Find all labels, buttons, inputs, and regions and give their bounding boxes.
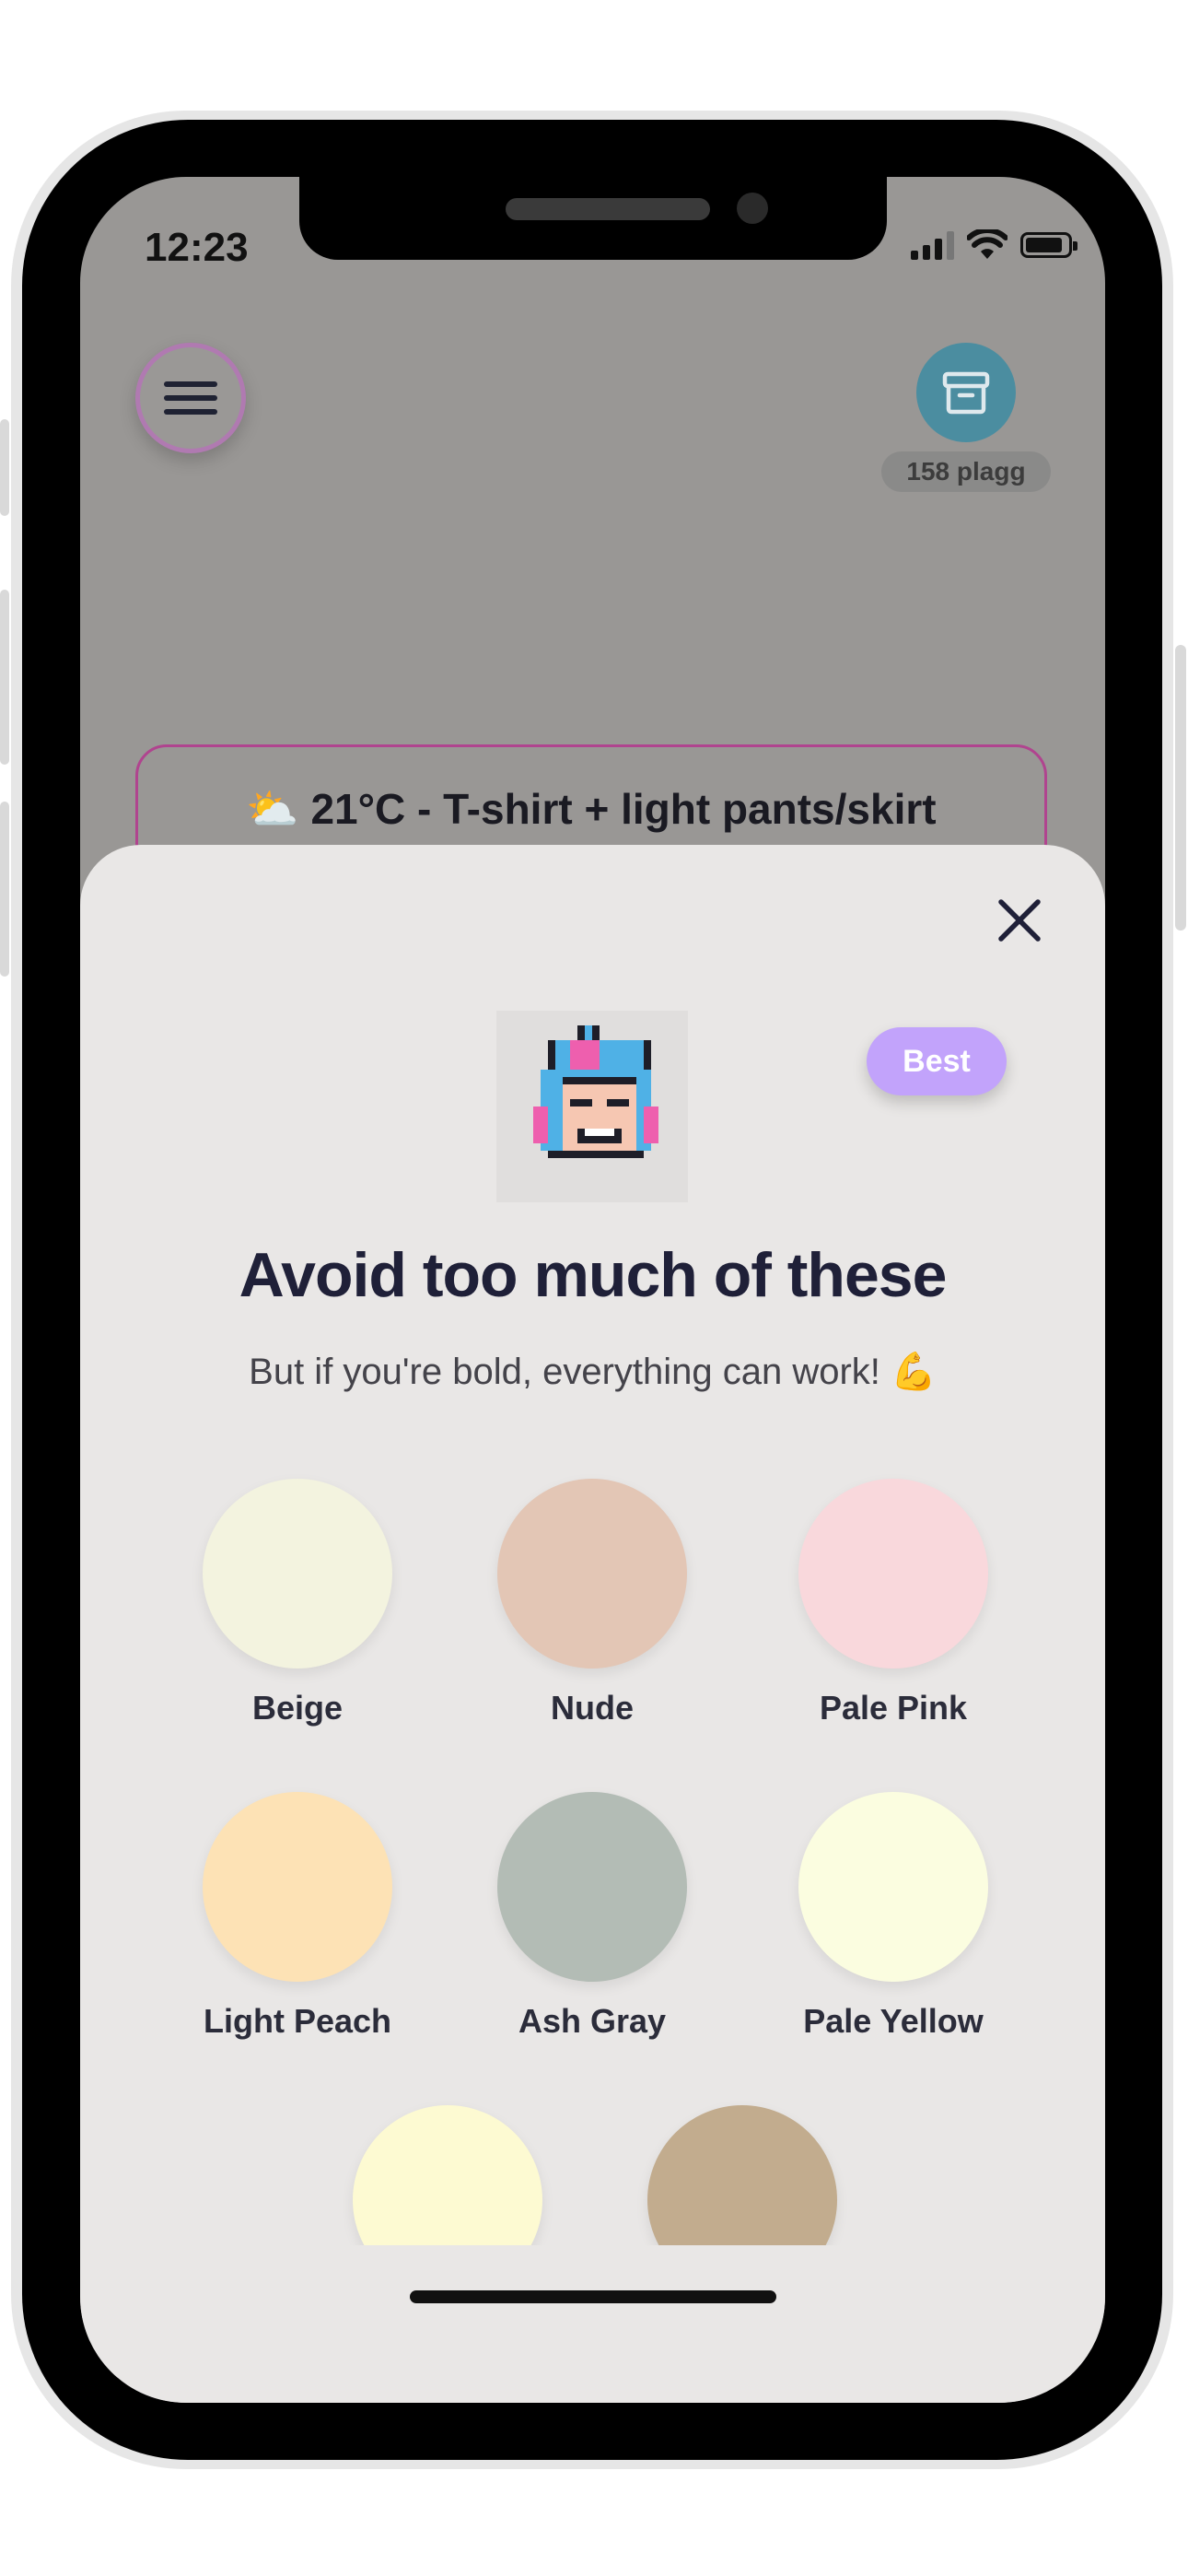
color-dot xyxy=(203,1792,392,1982)
speaker xyxy=(506,198,710,220)
weather-icon: ⛅ xyxy=(246,785,299,833)
swatch-pale-pink[interactable]: Pale Pink xyxy=(783,1479,1004,1727)
swatch-light-peach[interactable]: Light Peach xyxy=(187,1792,408,2041)
items-count-badge: 158 plagg xyxy=(881,451,1051,492)
volume-up-button xyxy=(0,590,9,765)
swatch-nude[interactable]: Nude xyxy=(482,1479,703,1727)
bottom-sheet: Best Avoid too much of these But if you'… xyxy=(80,845,1105,2403)
front-camera xyxy=(737,193,768,224)
battery-icon xyxy=(1020,232,1077,258)
swatch-label: Light Peach xyxy=(203,2002,392,2040)
swatch-beige[interactable]: Beige xyxy=(187,1479,408,1727)
color-dot xyxy=(798,1792,988,1982)
weather-text: 21°C - T-shirt + light pants/skirt xyxy=(310,785,937,833)
swatch-label: Nude xyxy=(551,1689,634,1727)
swatch-pale-yellow[interactable]: Pale Yellow xyxy=(783,1792,1004,2041)
color-dot xyxy=(497,1792,687,1982)
notch xyxy=(299,177,887,260)
color-dot xyxy=(353,2105,542,2245)
power-button xyxy=(1175,645,1186,931)
volume-down-button xyxy=(0,802,9,977)
wifi-icon xyxy=(967,229,1007,259)
wardrobe-button[interactable] xyxy=(916,343,1016,442)
silent-switch xyxy=(0,419,9,516)
swatch-label: Ash Gray xyxy=(518,2002,667,2040)
archive-box-icon xyxy=(942,371,990,415)
hamburger-icon xyxy=(164,373,217,423)
swatch-cream[interactable] xyxy=(337,2105,558,2245)
swatch-tan[interactable] xyxy=(632,2105,853,2245)
status-time: 12:23 xyxy=(145,225,249,270)
color-swatch-grid: Beige Nude Pale Pink Light Peach Ash Gra… xyxy=(80,845,1105,2245)
home-indicator[interactable] xyxy=(410,2290,776,2303)
color-dot xyxy=(203,1479,392,1669)
swatch-label: Pale Yellow xyxy=(803,2002,984,2040)
color-dot xyxy=(497,1479,687,1669)
status-icons xyxy=(911,228,1077,262)
phone-screen: 12:23 158 plagg ⛅ 21°C - T-shirt + light… xyxy=(80,177,1105,2403)
swatch-label: Beige xyxy=(251,1689,344,1727)
weather-summary: ⛅ 21°C - T-shirt + light pants/skirt xyxy=(138,784,1044,835)
color-dot xyxy=(647,2105,837,2245)
swatch-label: Pale Pink xyxy=(819,1689,968,1727)
color-dot xyxy=(798,1479,988,1669)
swatch-ash-gray[interactable]: Ash Gray xyxy=(482,1792,703,2041)
menu-button[interactable] xyxy=(135,343,246,453)
cellular-signal-icon xyxy=(911,230,954,260)
